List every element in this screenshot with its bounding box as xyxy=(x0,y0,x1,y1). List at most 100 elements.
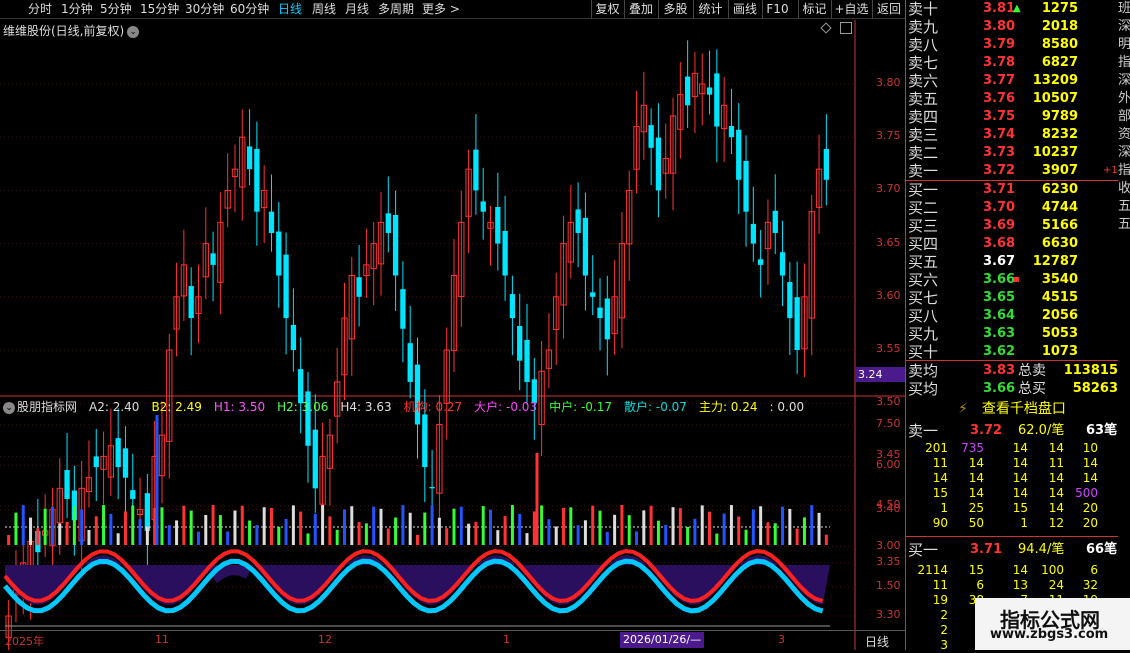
ask-price: 3.74 xyxy=(983,127,1016,142)
tab-4[interactable]: 30分钟 xyxy=(185,1,224,18)
tab-8[interactable]: 月线 xyxy=(345,1,369,18)
indicator-value: A2: 2.40 xyxy=(89,400,140,414)
queue-cell: 90 xyxy=(932,516,948,530)
chevron-down-icon[interactable]: ⌄ xyxy=(3,401,15,414)
ask-price: 3.81 xyxy=(983,1,1016,16)
toolbar-button-5[interactable]: F10 xyxy=(762,0,792,19)
avg-row: 买均 3.66 总买 58263 xyxy=(908,380,1118,398)
candle-down xyxy=(115,438,121,468)
queue-cell: 11 xyxy=(932,578,948,592)
toolbar-button-0[interactable]: 复权 xyxy=(591,0,623,19)
bid-label: 买三 xyxy=(908,217,939,235)
candle-down xyxy=(502,230,508,276)
toolbar-button-6[interactable]: 标记 xyxy=(798,0,830,19)
ask-row: 卖六 3.77 13209 xyxy=(908,72,1118,90)
ask-label: 卖八 xyxy=(908,36,939,54)
window-toggle-icon[interactable] xyxy=(840,22,852,34)
queue-row: 11 14 14 11 14 xyxy=(908,456,1118,471)
avg-price: 3.66 xyxy=(983,381,1016,396)
tab-0[interactable]: 分时 xyxy=(28,1,52,18)
bid-label: 买二 xyxy=(908,199,939,217)
ask-volume: 13209 xyxy=(1032,73,1078,88)
chart-canvas[interactable] xyxy=(0,20,905,650)
queue-cell: 14 xyxy=(1012,456,1028,470)
tab-7[interactable]: 周线 xyxy=(312,1,336,18)
bid-row: 买一 3.71 6230 xyxy=(908,181,1118,199)
queue-cell: 50 xyxy=(968,516,984,530)
queue-cell: 14 xyxy=(968,456,984,470)
ask-row: 卖二 3.73 10237 xyxy=(908,144,1118,162)
chart-area[interactable]: 维维股份(日线,前复权) ⌄ 3.80 3.75 3.70 3.65 3.60 3.55 3.… xyxy=(0,20,905,650)
candle-down xyxy=(794,297,800,350)
ask-row: 卖七 3.78 6827 xyxy=(908,54,1118,72)
bid-row: 买二 3.70 4744 xyxy=(908,199,1118,217)
bid-label: 买八 xyxy=(908,307,939,325)
bid-volume: 6630 xyxy=(1041,236,1078,251)
candle-down xyxy=(290,324,297,350)
candle-down xyxy=(64,470,70,499)
candle-down xyxy=(750,223,756,244)
tab-9[interactable]: 多周期 xyxy=(378,1,414,18)
bid-volume: 5166 xyxy=(1041,218,1078,233)
queue-count: 63笔 xyxy=(1086,423,1118,438)
indicator-value: H1: 3.50 xyxy=(213,400,266,414)
tab-2[interactable]: 5分钟 xyxy=(100,1,132,18)
indicator-value: : 0.00 xyxy=(769,400,805,414)
candle-down xyxy=(684,76,691,106)
period-label[interactable]: 日线 xyxy=(865,633,889,650)
ask-price: 3.79 xyxy=(983,37,1016,52)
toolbar-button-4[interactable]: 画线 xyxy=(728,0,761,19)
queue-row: 201 735 14 14 10 xyxy=(908,441,1118,456)
candle-down xyxy=(312,429,318,489)
ask-price: 3.73 xyxy=(983,145,1016,160)
toolbar-button-1[interactable]: 叠加 xyxy=(624,0,657,19)
view-depth-button[interactable]: ⚡ 查看千档盘口 xyxy=(906,398,1118,420)
bid-price: 3.64 xyxy=(983,308,1016,323)
queue-row: 2114 15 14 100 6 xyxy=(908,563,1118,578)
ask-volume: 2018 xyxy=(1041,19,1078,34)
ask-note: +1 xyxy=(1103,165,1118,176)
ask-label: 卖十 xyxy=(908,0,939,18)
bid-volume: 1073 xyxy=(1041,344,1078,359)
indicator-value: 中户: -0.17 xyxy=(549,400,613,414)
bid-row: 买十 3.62 1073 xyxy=(908,343,1118,361)
candle-down xyxy=(385,213,391,233)
queue-row: 14 14 14 14 14 xyxy=(908,471,1118,486)
ask-label: 卖五 xyxy=(908,90,939,108)
ask-note: ▲ xyxy=(1013,3,1021,14)
chevron-down-icon[interactable]: ⌄ xyxy=(127,25,140,38)
bid-volume: 4744 xyxy=(1041,200,1078,215)
bid-price: 3.65 xyxy=(983,290,1016,305)
queue-cell: 15 xyxy=(932,486,948,500)
book-separator xyxy=(906,360,1130,361)
toolbar-button-2[interactable]: 多股 xyxy=(658,0,692,19)
ask-label: 卖四 xyxy=(908,108,939,126)
tab-5[interactable]: 60分钟 xyxy=(230,1,269,18)
candle-down xyxy=(407,343,413,382)
candle-down xyxy=(93,456,99,468)
tab-1[interactable]: 1分钟 xyxy=(61,1,93,18)
queue-cell: 14 xyxy=(932,471,948,485)
candle-down xyxy=(414,364,421,425)
tab-6[interactable]: 日线 xyxy=(278,1,302,18)
indicator-name[interactable]: 股朋指标网 xyxy=(17,400,77,414)
candle-down xyxy=(473,149,479,191)
bid-volume: 2056 xyxy=(1041,308,1078,323)
toolbar-button-3[interactable]: 统计 xyxy=(693,0,727,19)
toolbar-button-7[interactable]: +自选 xyxy=(831,0,871,19)
watermark-url: www.zbgs3.com xyxy=(990,627,1109,642)
indicator-values: A2: 2.40 B2: 2.49 H1: 3.50 H2: 3.06 H4: 3.63… xyxy=(83,400,810,414)
candle-down xyxy=(787,282,793,319)
indicator-tick: 6.00 xyxy=(876,457,901,471)
candle-down xyxy=(509,294,516,319)
queue-cell: 14 xyxy=(1082,471,1098,485)
tab-10[interactable]: 更多 > xyxy=(422,1,460,18)
queue-cell: 11 xyxy=(932,456,948,470)
queue-cell: 14 xyxy=(1012,441,1028,455)
queue-row: 90 50 1 12 20 xyxy=(908,516,1118,531)
candle-down xyxy=(254,148,260,212)
toolbar-button-8[interactable]: 返回 xyxy=(872,0,905,19)
queue-separator xyxy=(906,536,1130,537)
candle-down xyxy=(582,217,589,276)
tab-3[interactable]: 15分钟 xyxy=(140,1,179,18)
